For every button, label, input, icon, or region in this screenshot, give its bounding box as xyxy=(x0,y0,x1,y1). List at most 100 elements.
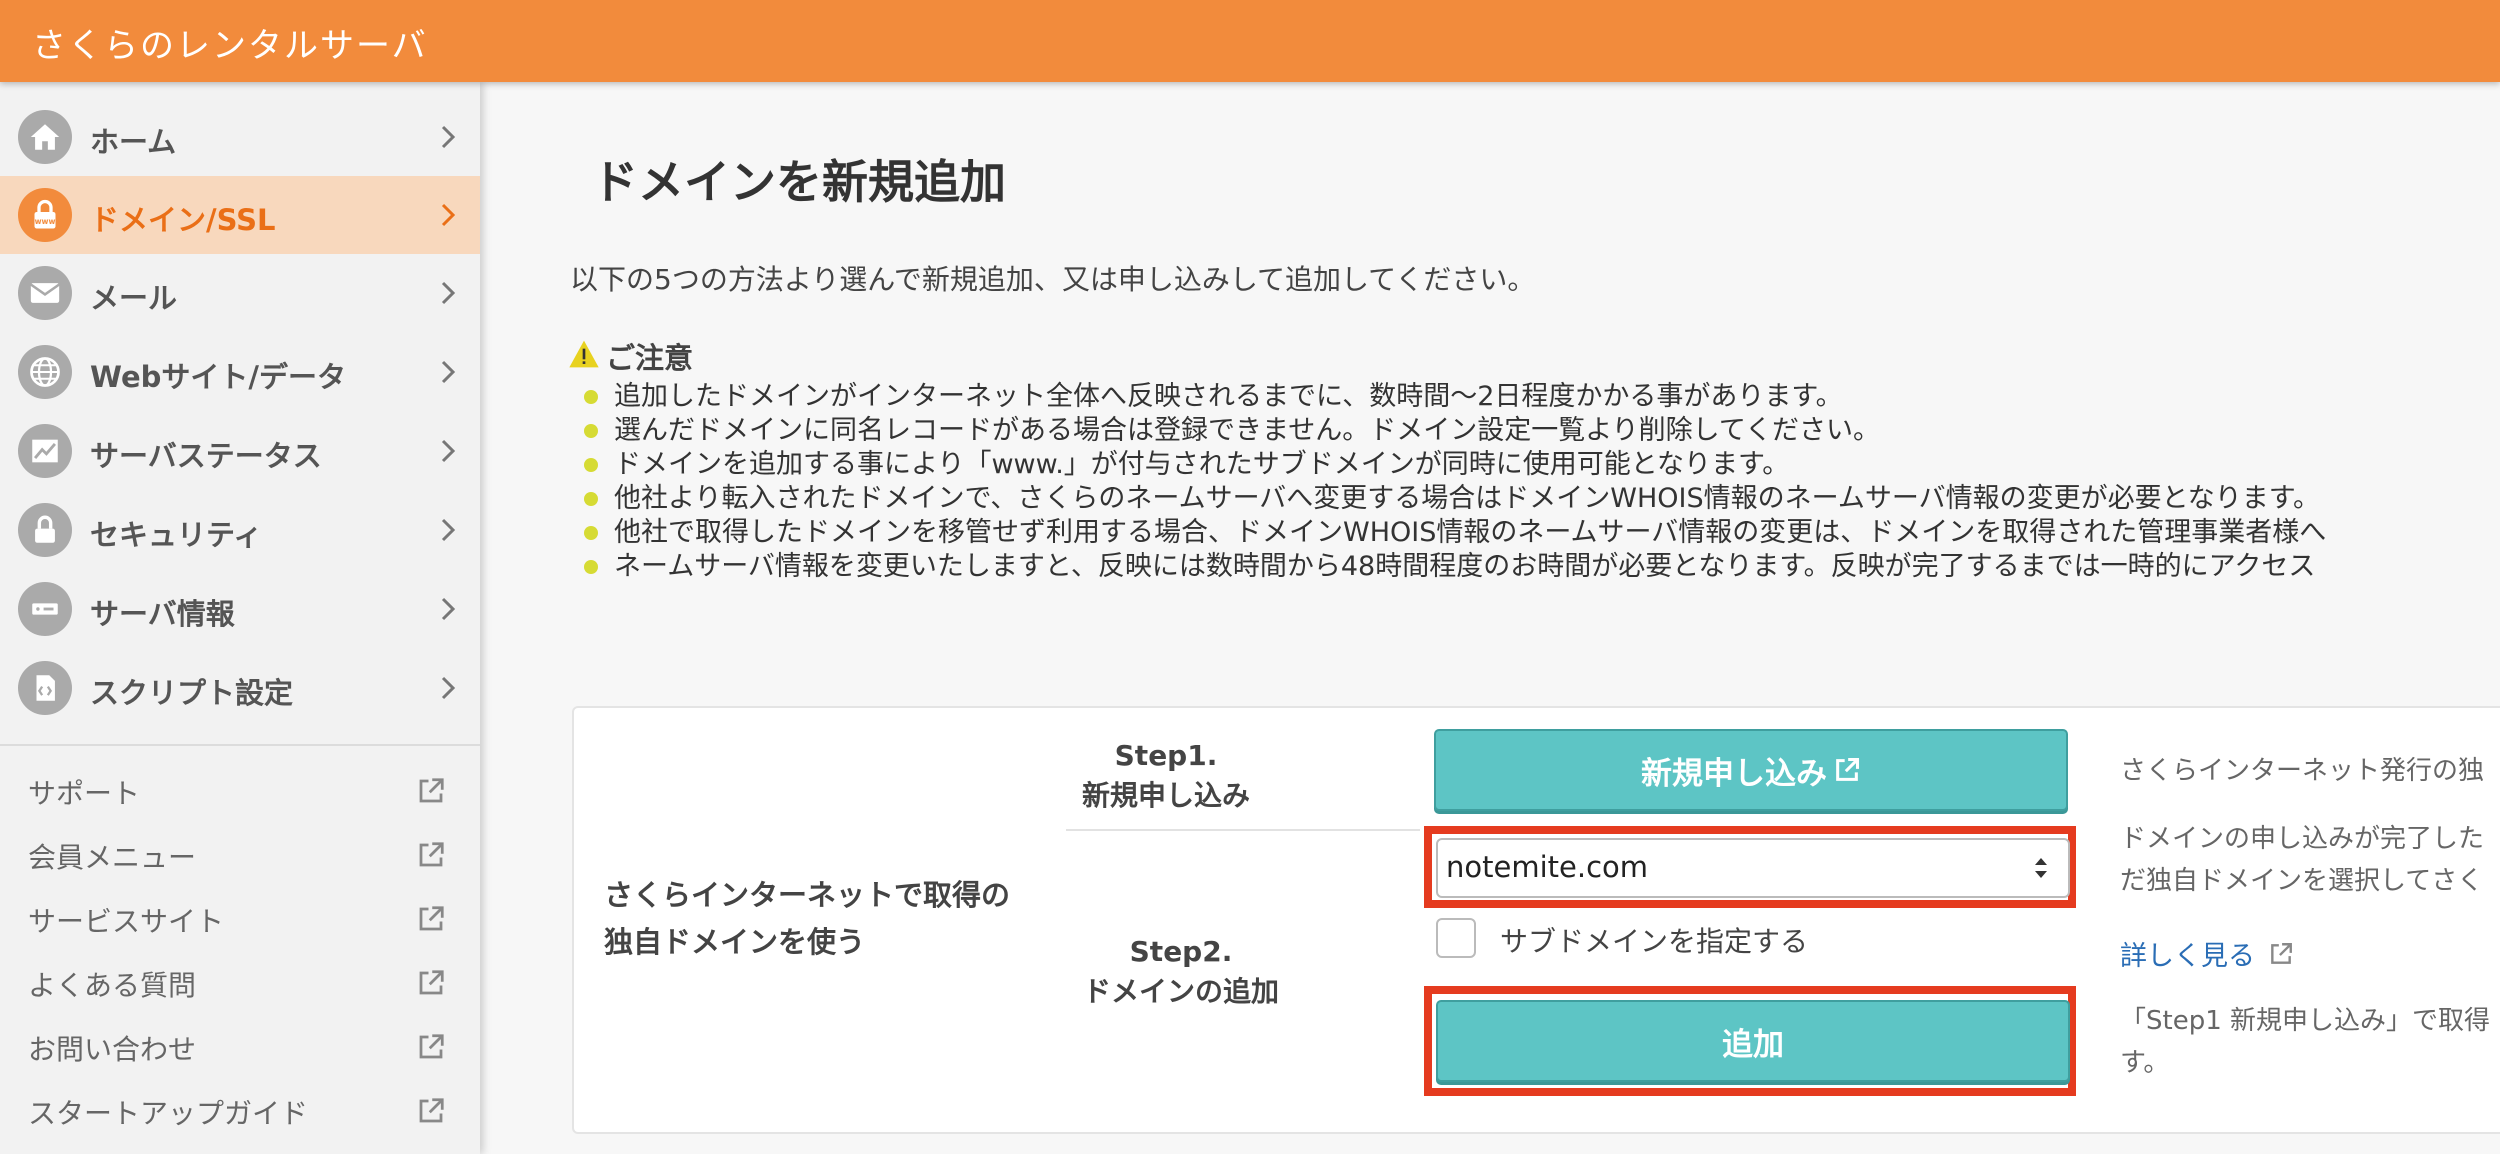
sidebar-link-member-menu[interactable]: 会員メニュー xyxy=(0,826,480,882)
sidebar-item-label: ドメイン/SSL xyxy=(90,203,276,237)
sidebar-item-label: サーバ情報 xyxy=(90,597,235,631)
details-link[interactable]: 詳しく見る xyxy=(2120,934,2294,973)
sidebar-link-label: お問い合わせ xyxy=(28,1033,197,1066)
sidebar-item-domain-ssl[interactable]: www ドメイン/SSL xyxy=(0,176,480,254)
sidebar-item-label: セキュリティ xyxy=(90,518,263,552)
chevron-right-icon xyxy=(441,360,456,384)
sidebar-item-server-status[interactable]: サーバステータス xyxy=(0,412,480,490)
sidebar-link-service-site[interactable]: サービスサイト xyxy=(0,890,480,946)
globe-icon xyxy=(18,345,72,399)
sidebar-divider xyxy=(0,744,480,746)
external-link-icon xyxy=(419,778,444,803)
card-label: さくらインターネットで取得の独自ドメインを使う xyxy=(604,878,1011,959)
step2-description: ドメインの申し込みが完了した だ独自ドメインを選択してさく xyxy=(2120,818,2484,902)
list-item: 他社で取得したドメインを移管せず利用する場合、ドメインWHOIS情報のネームサー… xyxy=(580,516,2500,550)
note-text: 他社で取得したドメインを移管せず利用する場合、ドメインWHOIS情報のネームサー… xyxy=(614,517,2327,548)
server-icon xyxy=(18,582,72,636)
select-arrows-icon xyxy=(2035,858,2047,878)
bullet-dot xyxy=(584,458,598,472)
sidebar-link-faq[interactable]: よくある質問 xyxy=(0,954,480,1010)
page-title: ドメインを新規追加 xyxy=(592,155,1006,209)
sidebar-item-mail[interactable]: メール xyxy=(0,254,480,332)
apply-new-label: 新規申し込み xyxy=(1641,755,1827,792)
list-item: ドメインを追加する事により「www.」が付与されたサブドメインが同時に使用可能と… xyxy=(580,448,2500,482)
add-button[interactable]: 追加 xyxy=(1436,1000,2070,1082)
bullet-dot xyxy=(584,390,598,404)
step2-title: ドメインの追加 xyxy=(1082,975,1279,1008)
sidebar-link-label: 会員メニュー xyxy=(28,841,197,874)
add-button-label: 追加 xyxy=(1722,1026,1784,1063)
list-item: 選んだドメインに同名レコードがある場合は登録できません。ドメイン設定一覧より削除… xyxy=(580,414,2500,448)
chart-icon xyxy=(18,424,72,478)
external-link-icon xyxy=(419,1098,444,1123)
external-link-icon xyxy=(419,1034,444,1059)
warning-icon xyxy=(569,340,599,368)
chevron-right-icon xyxy=(441,518,456,542)
details-link-label: 詳しく見る xyxy=(2120,941,2255,972)
subdomain-checkbox-label: サブドメインを指定する xyxy=(1500,925,1809,958)
caution-notes: 追加したドメインがインターネット全体へ反映されるまでに、数時間〜2日程度かかる事… xyxy=(580,380,2500,584)
add-description: 「Step1 新規申し込み」で取得 す。 xyxy=(2120,1000,2490,1084)
external-link-icon xyxy=(1836,757,1860,781)
list-item: 追加したドメインがインターネット全体へ反映されるまでに、数時間〜2日程度かかる事… xyxy=(580,380,2500,414)
list-item: ネームサーバ情報を変更いたしますと、反映には数時間から48時間程度のお時間が必要… xyxy=(580,550,2500,584)
chevron-right-icon xyxy=(441,676,456,700)
step1-description: さくらインターネット発行の独 xyxy=(2120,756,2485,786)
sidebar-link-label: スタートアップガイド xyxy=(28,1097,309,1130)
step2-number: Step2. xyxy=(1129,935,1233,968)
bullet-dot xyxy=(584,492,598,506)
note-text: 追加したドメインがインターネット全体へ反映されるまでに、数時間〜2日程度かかる事… xyxy=(614,381,1843,412)
note-text: 選んだドメインに同名レコードがある場合は登録できません。ドメイン設定一覧より削除… xyxy=(614,415,1881,446)
bullet-dot xyxy=(584,424,598,438)
step2-label: Step2. ドメインの追加 xyxy=(1066,932,1296,1012)
sidebar: ホーム www ドメイン/SSL メール Webサイト/データ サーバステータス xyxy=(0,82,480,1154)
sidebar-item-label: Webサイト/データ xyxy=(90,360,346,394)
sidebar-item-label: サーバステータス xyxy=(90,439,322,473)
chevron-right-icon xyxy=(441,203,456,227)
external-link-icon xyxy=(2270,943,2292,964)
sidebar-item-website-data[interactable]: Webサイト/データ xyxy=(0,333,480,411)
external-link-icon xyxy=(419,906,444,931)
sidebar-item-label: スクリプト設定 xyxy=(90,676,294,710)
script-icon xyxy=(18,661,72,715)
sidebar-item-label: ホーム xyxy=(90,125,177,159)
list-item: 他社より転入されたドメインで、さくらのネームサーバへ変更する場合はドメインWHO… xyxy=(580,482,2500,516)
sidebar-link-label: サポート xyxy=(28,777,141,810)
chevron-right-icon xyxy=(441,439,456,463)
sidebar-link-label: サービスサイト xyxy=(28,905,225,938)
sidebar-link-startup-guide[interactable]: スタートアップガイド xyxy=(0,1082,480,1138)
mail-icon xyxy=(18,266,72,320)
svg-text:www: www xyxy=(35,217,56,226)
add-description-line: す。 xyxy=(2120,1048,2170,1078)
step2-description-line: ドメインの申し込みが完了した xyxy=(2120,824,2485,854)
external-link-icon xyxy=(419,970,444,995)
apply-new-button[interactable]: 新規申し込み xyxy=(1434,729,2068,811)
step2-description-line: だ独自ドメインを選択してさく xyxy=(2120,866,2484,896)
note-text: ドメインを追加する事により「www.」が付与されたサブドメインが同時に使用可能と… xyxy=(614,449,1790,480)
sidebar-item-server-info[interactable]: サーバ情報 xyxy=(0,570,480,648)
sidebar-link-label: よくある質問 xyxy=(28,969,197,1002)
lock-icon xyxy=(18,503,72,557)
chevron-right-icon xyxy=(441,281,456,305)
chevron-right-icon xyxy=(441,125,456,149)
sidebar-item-security[interactable]: セキュリティ xyxy=(0,491,480,569)
sidebar-link-support[interactable]: サポート xyxy=(0,762,480,818)
step-divider xyxy=(1066,829,1420,831)
add-description-line: 「Step1 新規申し込み」で取得 xyxy=(2120,1006,2491,1036)
sidebar-link-contact[interactable]: お問い合わせ xyxy=(0,1018,480,1074)
sidebar-item-home[interactable]: ホーム xyxy=(0,98,480,176)
sidebar-item-label: メール xyxy=(90,281,178,315)
chevron-right-icon xyxy=(441,597,456,621)
domain-select-value: notemite.com xyxy=(1446,850,1649,884)
step1-number: Step1. xyxy=(1114,739,1218,772)
subdomain-checkbox[interactable] xyxy=(1436,918,1476,958)
top-bar: さくらのレンタルサーバ xyxy=(0,0,2500,82)
app-title: さくらのレンタルサーバ xyxy=(32,26,428,66)
sidebar-item-script-settings[interactable]: スクリプト設定 xyxy=(0,649,480,727)
bullet-dot xyxy=(584,526,598,540)
caution-title: ご注意 xyxy=(606,341,694,375)
domain-select[interactable]: notemite.com xyxy=(1436,838,2070,898)
home-icon xyxy=(18,110,72,164)
bullet-dot xyxy=(584,560,598,574)
external-link-icon xyxy=(419,842,444,867)
